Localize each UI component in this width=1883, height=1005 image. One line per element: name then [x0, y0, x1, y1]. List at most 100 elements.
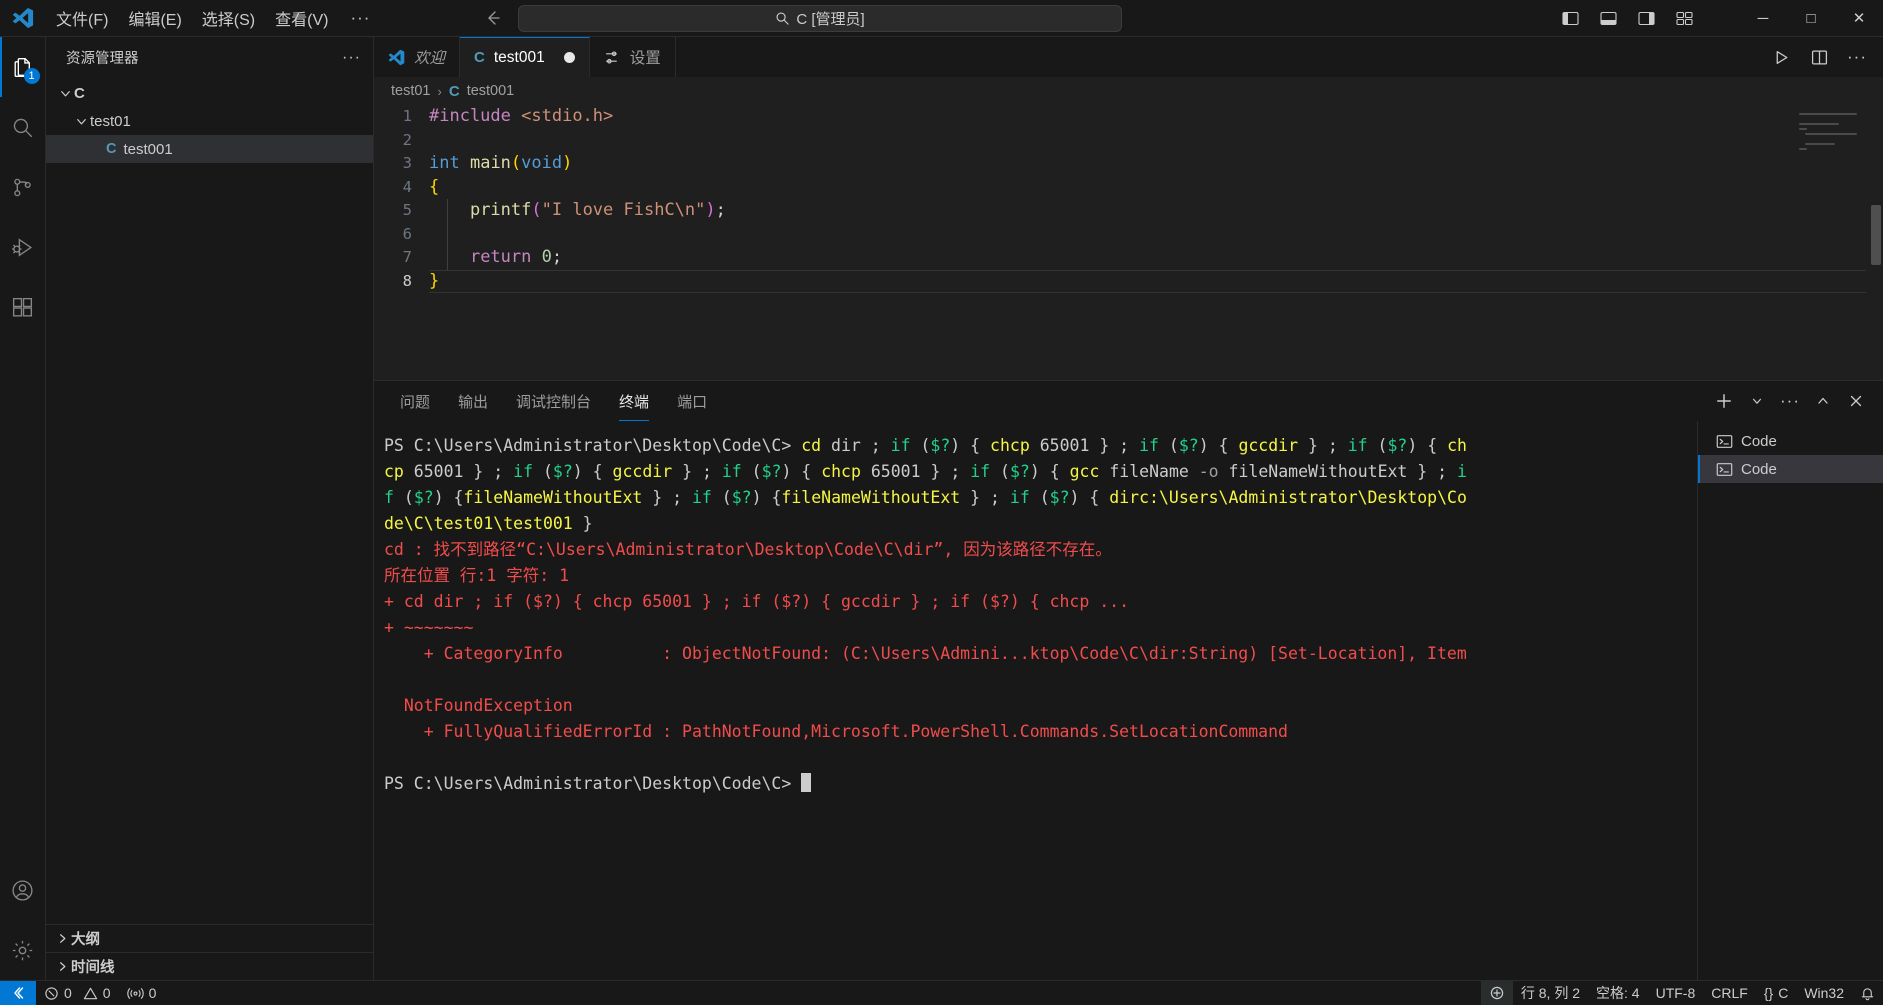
- layout-sidebar-right-icon[interactable]: [1631, 6, 1661, 30]
- status-editor-feedback[interactable]: [1480, 980, 1513, 1005]
- status-language-mode[interactable]: {} C: [1756, 981, 1796, 1005]
- sidebar-title: 资源管理器: [66, 51, 139, 67]
- play-icon[interactable]: [1769, 45, 1793, 69]
- tab-welcome[interactable]: 欢迎: [374, 37, 461, 77]
- menu-more[interactable]: ···: [338, 0, 382, 36]
- terminal-token: gccdir: [612, 462, 673, 481]
- editor-scrollbar[interactable]: [1869, 105, 1883, 380]
- terminal-token: f: [384, 488, 394, 507]
- terminal-token: } ;: [960, 488, 1010, 507]
- terminal-line: cp 65001 } ; if ($?) { gccdir } ; if ($?…: [384, 459, 1697, 485]
- code-token: printf: [469, 200, 532, 220]
- menu-selection[interactable]: 选择(S): [192, 0, 265, 36]
- panel-tab-问题[interactable]: 问题: [386, 381, 444, 421]
- status-encoding[interactable]: UTF-8: [1648, 981, 1704, 1005]
- ellipsis-icon[interactable]: ···: [1845, 45, 1869, 69]
- braces-icon: {}: [1763, 985, 1774, 1001]
- chevron-down-icon[interactable]: [1744, 388, 1770, 414]
- code-line: 7 return 0;: [374, 246, 1883, 270]
- terminal-token: 所在位置 行:1 字符: 1: [384, 566, 570, 585]
- menu-view[interactable]: 查看(V): [265, 0, 338, 36]
- chevron-up-icon[interactable]: [1810, 388, 1836, 414]
- c-file-icon: C: [106, 141, 117, 157]
- code-line-text: int main(void): [429, 152, 572, 176]
- panel-actions: ···: [1711, 388, 1883, 414]
- status-platform[interactable]: Win32: [1796, 981, 1852, 1005]
- status-indentation[interactable]: 空格: 4: [1588, 981, 1648, 1005]
- code-token: main: [469, 153, 511, 173]
- code-token: ;: [715, 200, 726, 220]
- terminal-line: cd : 找不到路径“C:\Users\Administrator\Deskto…: [384, 537, 1697, 563]
- terminal-token: i: [1457, 462, 1467, 481]
- menu-file[interactable]: 文件(F): [46, 0, 118, 36]
- c-file-icon: C: [474, 49, 485, 66]
- code-token: }: [429, 270, 440, 291]
- explorer-badge: 1: [23, 68, 40, 84]
- close-icon[interactable]: [1843, 388, 1869, 414]
- split-editor-icon[interactable]: [1807, 45, 1831, 69]
- tree-item-C[interactable]: C: [46, 79, 373, 107]
- editor-actions: ···: [1769, 37, 1883, 77]
- breadcrumb-item-folder[interactable]: test01: [391, 83, 431, 99]
- terminal-list-item[interactable]: Code: [1698, 427, 1883, 455]
- activity-item-explorer[interactable]: 1: [0, 37, 46, 97]
- chevron-right-icon: [53, 959, 71, 974]
- arrow-left-icon[interactable]: [482, 7, 504, 29]
- sidebar-section-label: 大纲: [71, 932, 100, 948]
- close-button[interactable]: ✕: [1835, 0, 1883, 37]
- remote-indicator[interactable]: [0, 980, 36, 1005]
- layout-grid-icon[interactable]: [1669, 6, 1699, 30]
- maximize-button[interactable]: □: [1787, 0, 1835, 37]
- code-editor[interactable]: 1 #include <stdio.h> 2 3 int main(void) 4{5 p…: [374, 105, 1883, 380]
- tree-item-test01[interactable]: test01: [46, 107, 373, 135]
- sidebar-header: 资源管理器 ···: [46, 40, 373, 75]
- sidebar-section-timeline[interactable]: 时间线: [46, 952, 373, 980]
- terminal-list-label: Code: [1741, 432, 1777, 450]
- panel-tab-终端[interactable]: 终端: [605, 381, 663, 421]
- command-center-input[interactable]: C [管理员]: [518, 5, 1122, 32]
- activity-item-source-control[interactable]: [0, 157, 46, 217]
- activity-item-extensions[interactable]: [0, 277, 46, 337]
- terminal-token: $?: [552, 462, 573, 481]
- tree-item-test001[interactable]: C test001: [46, 135, 373, 163]
- terminal-line: + ~~~~~~~: [384, 615, 1697, 641]
- tab-test001[interactable]: C test001: [460, 37, 590, 77]
- layout-panel-icon[interactable]: [1593, 6, 1623, 30]
- tab-label: 设置: [629, 50, 661, 67]
- status-eol[interactable]: CRLF: [1703, 981, 1756, 1005]
- status-language-label: C: [1778, 985, 1789, 1001]
- ellipsis-icon[interactable]: ···: [1777, 388, 1803, 414]
- code-token: void: [521, 153, 563, 173]
- status-notifications[interactable]: [1852, 981, 1883, 1005]
- minimap-line: [1805, 143, 1835, 145]
- status-encoding-label: UTF-8: [1655, 985, 1696, 1001]
- tab-dirty-indicator[interactable]: [563, 52, 575, 63]
- plus-icon[interactable]: [1711, 388, 1737, 414]
- minimize-button[interactable]: ─: [1739, 0, 1787, 37]
- activity-item-manage[interactable]: [0, 920, 46, 980]
- panel-tab-调试控制台[interactable]: 调试控制台: [502, 381, 605, 421]
- activity-item-search[interactable]: [0, 97, 46, 157]
- menu-bar: 文件(F) 编辑(E) 选择(S) 查看(V) ···: [46, 0, 382, 36]
- activity-item-run-debug[interactable]: [0, 217, 46, 277]
- layout-sidebar-left-icon[interactable]: [1555, 6, 1585, 30]
- terminal-list-item[interactable]: Code: [1698, 455, 1883, 483]
- minimap[interactable]: [1799, 113, 1869, 153]
- scrollbar-thumb[interactable]: [1871, 205, 1881, 265]
- sidebar-section-outline[interactable]: 大纲: [46, 924, 373, 952]
- status-cursor-position[interactable]: 行 8, 列 2: [1513, 981, 1588, 1005]
- terminal-token: + CategoryInfo : ObjectNotFound: (C:\Use…: [384, 644, 1467, 663]
- status-problems[interactable]: 0 0: [36, 981, 119, 1005]
- sidebar-more-actions[interactable]: ···: [342, 49, 361, 67]
- menu-edit[interactable]: 编辑(E): [118, 0, 191, 36]
- activity-item-accounts[interactable]: [0, 860, 46, 920]
- breadcrumb-item-file[interactable]: test001: [467, 83, 515, 99]
- panel-tabs: 问题 输出 调试控制台 终端 端口: [386, 381, 721, 421]
- panel-tab-端口[interactable]: 端口: [663, 381, 721, 421]
- status-ports[interactable]: 0: [119, 981, 165, 1005]
- terminal-output[interactable]: PS C:\Users\Administrator\Desktop\Code\C…: [374, 421, 1697, 980]
- panel-tab-输出[interactable]: 输出: [444, 381, 502, 421]
- tab-settings[interactable]: 设置: [589, 37, 676, 77]
